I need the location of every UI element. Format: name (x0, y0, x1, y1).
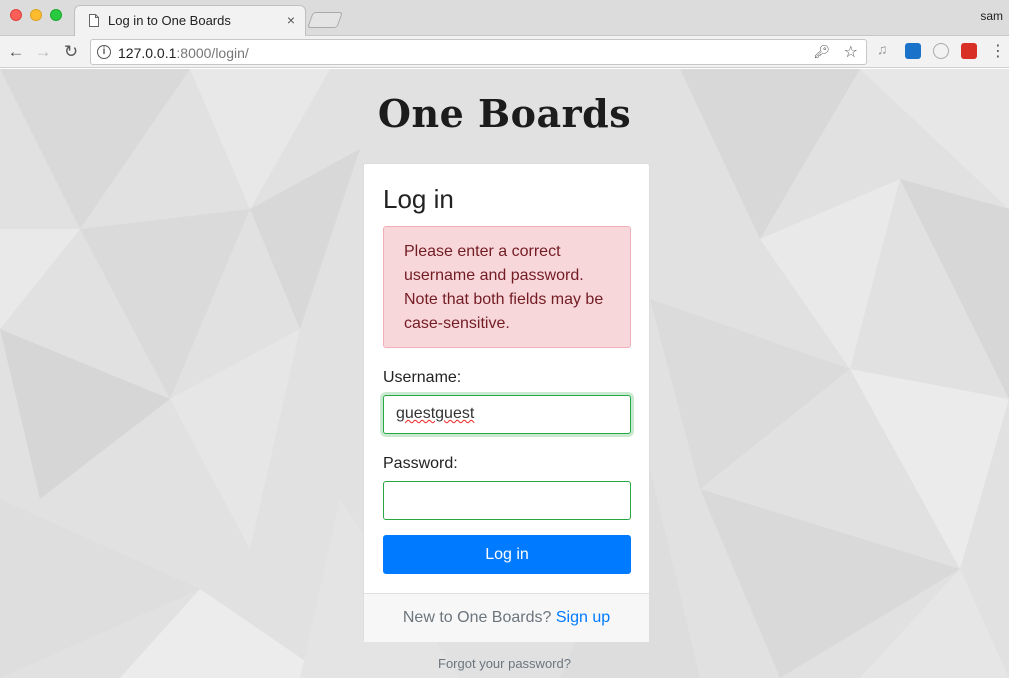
login-card: Log in Please enter a correct username a… (363, 163, 650, 642)
window-close-button[interactable] (10, 9, 22, 21)
tab-title: Log in to One Boards (108, 13, 231, 28)
login-button[interactable]: Log in (383, 535, 631, 574)
browser-tab[interactable]: Log in to One Boards × (74, 5, 306, 36)
bookmark-star-icon[interactable]: ☆ (844, 42, 858, 62)
forgot-password-link[interactable]: Forgot your password? (0, 656, 1009, 671)
red-extension-icon[interactable] (961, 43, 977, 59)
error-alert: Please enter a correct username and pass… (383, 226, 631, 348)
card-footer: New to One Boards? Sign up (364, 593, 649, 642)
username-label: Username: (383, 369, 462, 386)
window-minimize-button[interactable] (30, 9, 42, 21)
browser-tab-bar: Log in to One Boards × sam (0, 0, 1009, 36)
forward-arrow-icon[interactable]: → (32, 41, 54, 63)
page-icon (89, 14, 99, 27)
new-tab-button[interactable] (307, 12, 343, 28)
url-text[interactable]: 127.0.0.1:8000/login/ (118, 45, 249, 61)
username-field[interactable]: guestguest (383, 395, 631, 434)
password-field[interactable] (383, 481, 631, 520)
key-icon[interactable]: 🔑︎ (813, 44, 830, 60)
back-arrow-icon[interactable]: ← (5, 41, 27, 63)
screenshot-extension-icon[interactable] (905, 43, 921, 59)
profile-name[interactable]: sam (980, 9, 1003, 23)
page-body: One Boards Log in Please enter a correct… (0, 69, 1009, 678)
username-value: guestguest (396, 405, 475, 422)
reload-icon[interactable]: ↻ (60, 41, 82, 63)
page-title: Log in (383, 184, 454, 214)
tab-close-icon[interactable]: × (287, 12, 295, 28)
info-icon[interactable]: i (97, 45, 111, 59)
circle-extension-icon[interactable] (933, 43, 949, 59)
address-bar[interactable]: i 127.0.0.1:8000/login/ 🔑︎ ☆ (90, 39, 867, 65)
password-label: Password: (383, 455, 458, 472)
footer-text: New to One Boards? (402, 609, 556, 626)
url-host: 127.0.0.1 (118, 45, 177, 61)
window-maximize-button[interactable] (50, 9, 62, 21)
music-extension-icon[interactable]: ♫ (877, 41, 893, 57)
browser-menu-icon[interactable]: ⋮ (990, 41, 1006, 61)
browser-toolbar: ← → ↻ i 127.0.0.1:8000/login/ 🔑︎ ☆ ♫ ⋮ (0, 36, 1009, 68)
site-logo[interactable]: One Boards (0, 91, 1009, 136)
signup-link[interactable]: Sign up (556, 609, 610, 626)
url-path: :8000/login/ (176, 45, 249, 61)
